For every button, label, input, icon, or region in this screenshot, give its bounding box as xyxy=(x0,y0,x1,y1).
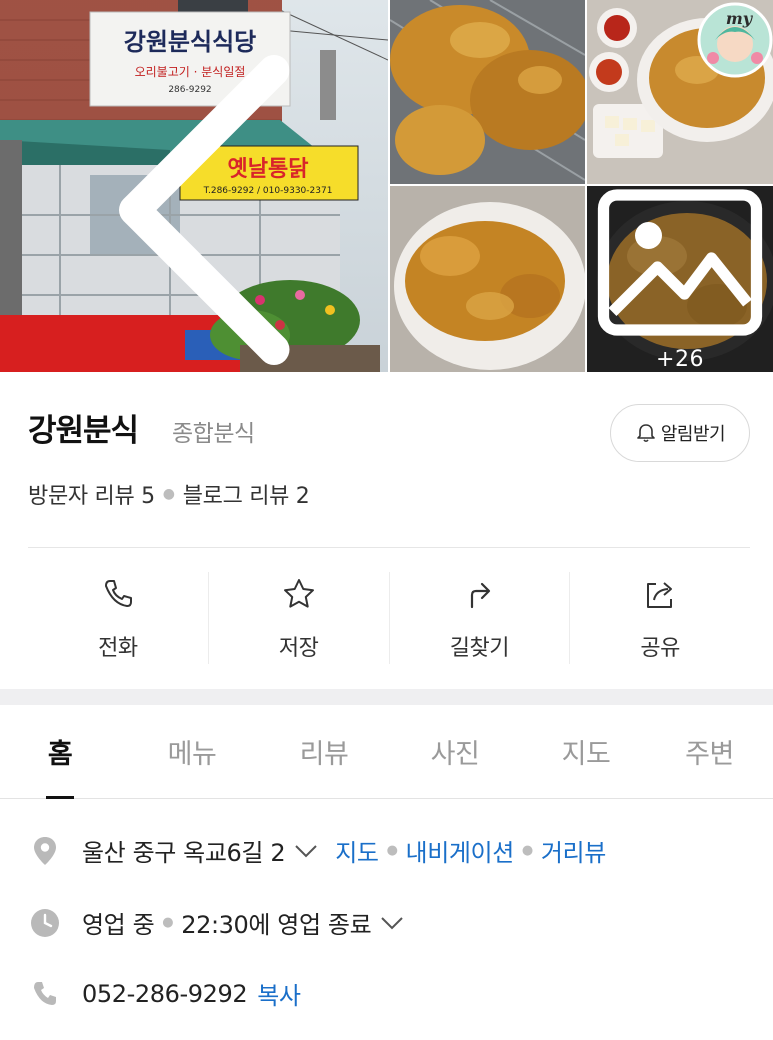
phone-row: 052-286-9292 복사 xyxy=(30,976,301,1011)
tab-reviews[interactable]: 리뷰 xyxy=(264,705,384,798)
share-icon xyxy=(647,582,673,608)
phone-icon xyxy=(30,979,60,1009)
closing-time: 22:30에 영업 종료 xyxy=(181,911,372,939)
notify-label: 알림받기 xyxy=(660,424,726,445)
place-category[interactable]: 종합분식 xyxy=(172,414,255,448)
hours-row[interactable]: 영업 중 ● 22:30에 영업 종료 xyxy=(30,905,405,940)
save-button[interactable]: 저장 xyxy=(207,572,389,664)
map-link[interactable]: 지도 xyxy=(335,833,379,868)
location-pin-icon xyxy=(30,836,60,866)
review-summary: 방문자 리뷰 5 ● 블로그 리뷰 2 xyxy=(28,478,310,510)
tab-nearby[interactable]: 주변 xyxy=(646,705,773,798)
navigation-link[interactable]: 내비게이션 xyxy=(406,833,515,868)
copy-button[interactable]: 복사 xyxy=(257,976,301,1011)
more-photos-overlay: +26 xyxy=(587,186,773,372)
tab-menu[interactable]: 메뉴 xyxy=(120,705,264,798)
tab-photos[interactable]: 사진 xyxy=(384,705,526,798)
clock-icon xyxy=(30,908,60,938)
chevron-down-icon[interactable] xyxy=(293,843,319,859)
section-band xyxy=(0,689,773,705)
food-photo-1[interactable] xyxy=(390,0,585,184)
address-row: 울산 중구 옥교6길 2 지도 ● 내비게이션 ● 거리뷰 xyxy=(30,833,606,868)
star-icon xyxy=(283,579,314,608)
more-photos-count: +26 xyxy=(656,347,704,372)
separator-dot: ● xyxy=(521,843,533,858)
tab-map[interactable]: 지도 xyxy=(526,705,646,798)
chevron-down-icon[interactable] xyxy=(379,915,405,931)
share-button[interactable]: 공유 xyxy=(569,572,750,664)
directions-icon xyxy=(471,582,491,609)
more-photos-tile[interactable]: +26 xyxy=(587,186,773,372)
image-icon xyxy=(597,189,763,336)
action-bar: 전화 저장 길찾기 공유 xyxy=(28,572,750,664)
bell-icon xyxy=(637,424,655,443)
share-label: 공유 xyxy=(640,636,680,661)
storefront-photo[interactable]: 강원분식식당 오리불고기 · 분식일절 286-9292 옛날통닭 T.286-… xyxy=(0,0,388,372)
call-button[interactable]: 전화 xyxy=(28,572,208,664)
address-text[interactable]: 울산 중구 옥교6길 2 xyxy=(82,833,286,868)
directions-label: 길찾기 xyxy=(449,636,510,661)
separator-dot: ● xyxy=(162,486,175,502)
food-photo-2[interactable]: my xyxy=(587,0,773,184)
food-photo-3[interactable] xyxy=(390,186,585,372)
divider xyxy=(28,547,750,548)
directions-button[interactable]: 길찾기 xyxy=(388,572,570,664)
my-badge-text: my xyxy=(726,9,754,28)
back-arrow-icon[interactable] xyxy=(18,24,388,372)
tab-bar: 홈 메뉴 리뷰 사진 지도 주변 xyxy=(0,705,773,799)
visitor-review-link[interactable]: 방문자 리뷰 5 xyxy=(28,478,155,510)
place-name: 강원분식 xyxy=(28,413,139,449)
phone-icon xyxy=(104,580,132,607)
blog-review-link[interactable]: 블로그 리뷰 2 xyxy=(183,478,310,510)
open-status: 영업 중 xyxy=(82,911,155,939)
save-label: 저장 xyxy=(278,636,319,661)
separator-dot: ● xyxy=(162,915,174,930)
separator-dot: ● xyxy=(386,843,398,858)
notify-button[interactable]: 알림받기 xyxy=(610,404,750,462)
call-label: 전화 xyxy=(98,636,138,661)
phone-number[interactable]: 052-286-9292 xyxy=(82,980,248,1008)
street-view-link[interactable]: 거리뷰 xyxy=(541,833,606,868)
tab-home[interactable]: 홈 xyxy=(0,705,120,798)
photo-gallery: 강원분식식당 오리불고기 · 분식일절 286-9292 옛날통닭 T.286-… xyxy=(0,0,773,372)
